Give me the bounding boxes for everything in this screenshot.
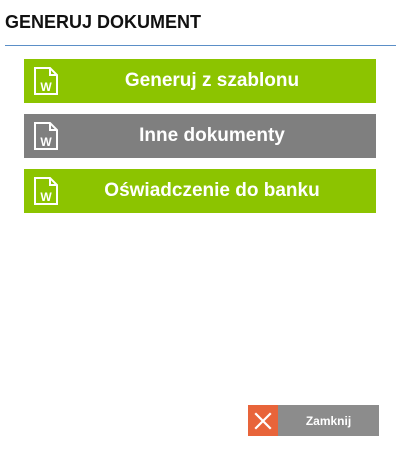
other-documents-button[interactable]: W Inne dokumenty (24, 114, 376, 158)
bank-statement-label: Oświadczenie do banku (104, 180, 320, 201)
svg-text:W: W (40, 80, 52, 94)
close-label: Zamknij (278, 405, 379, 436)
generate-from-template-button[interactable]: W Generuj z szablonu (24, 59, 376, 103)
dialog-title: GENERUJ DOKUMENT (5, 12, 202, 32)
close-icon-box (248, 405, 278, 436)
close-button[interactable]: Zamknij (248, 405, 379, 436)
word-document-icon: W (34, 177, 58, 205)
close-icon (254, 411, 272, 430)
generate-from-template-label: Generuj z szablonu (124, 70, 300, 91)
title-divider (5, 45, 396, 46)
bank-statement-button[interactable]: W Oświadczenie do banku (24, 169, 376, 213)
svg-text:W: W (40, 135, 52, 149)
word-document-icon: W (34, 122, 58, 150)
svg-text:W: W (40, 190, 52, 204)
other-documents-label: Inne dokumenty (139, 125, 285, 146)
word-document-icon: W (34, 67, 58, 95)
generate-document-dialog: GENERUJ DOKUMENT W Generuj z szablonu W … (0, 0, 400, 451)
